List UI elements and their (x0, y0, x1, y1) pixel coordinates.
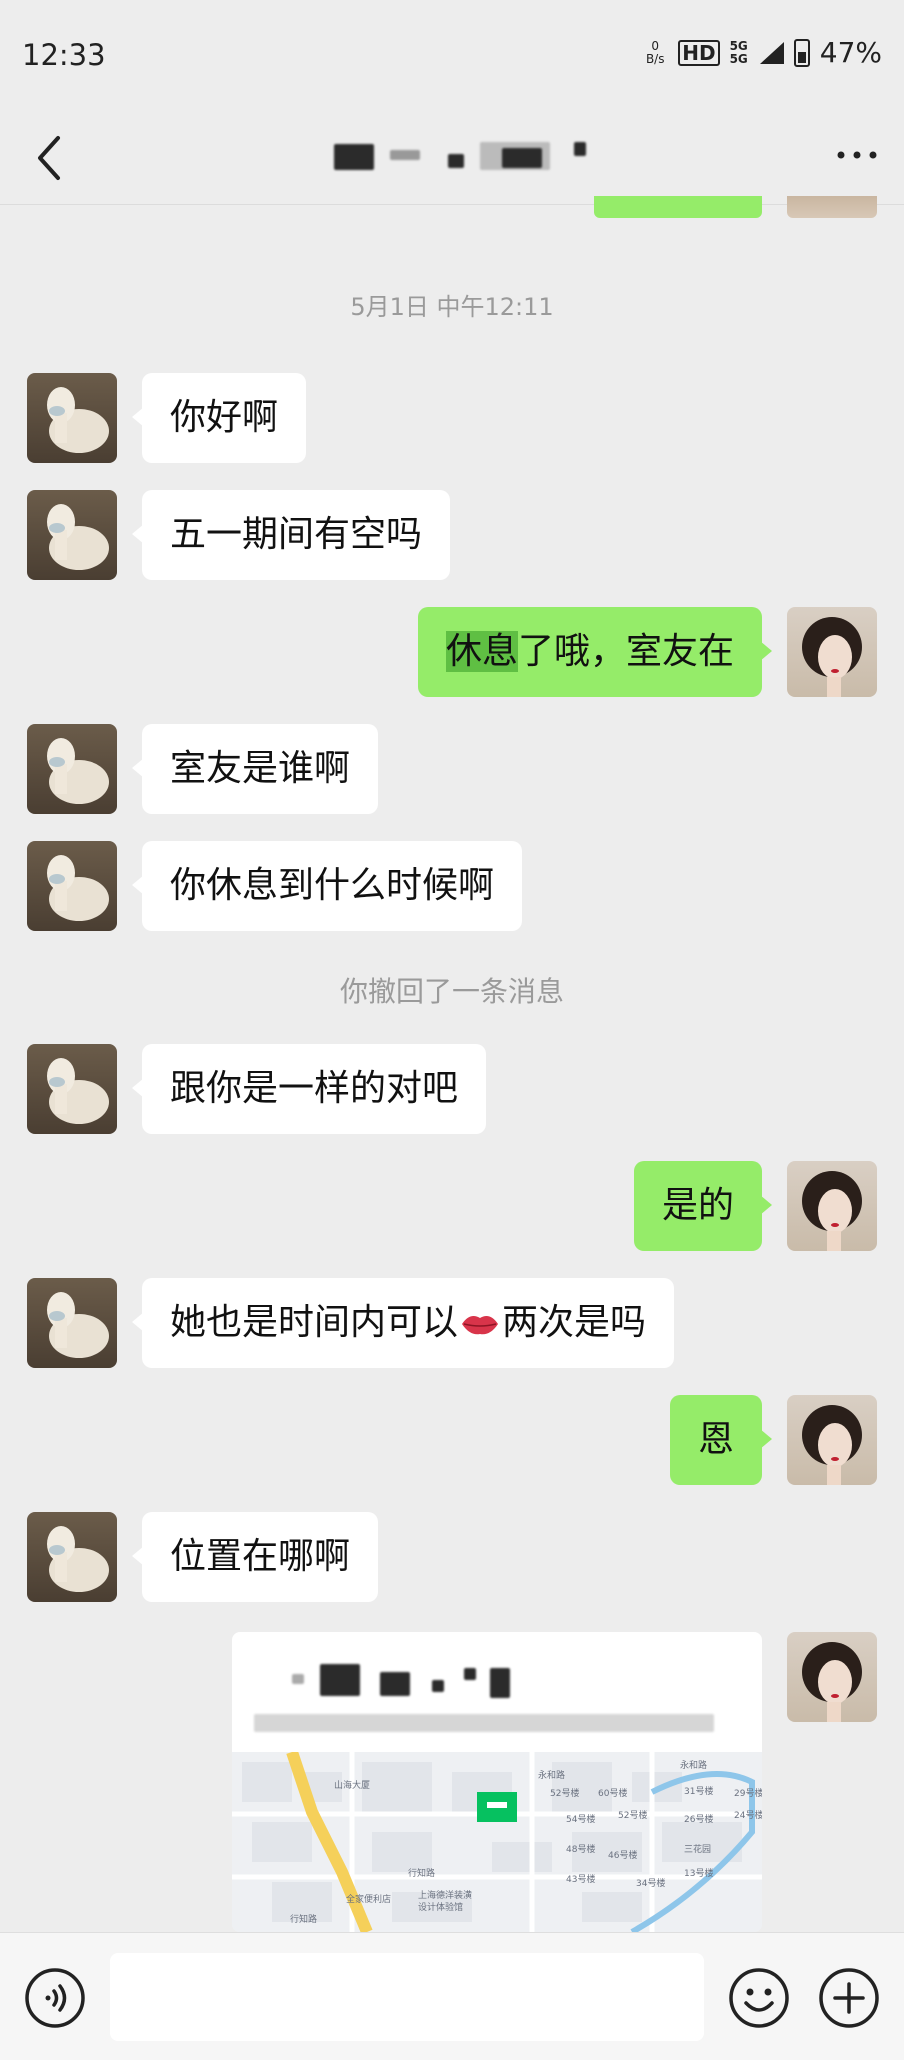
highlighted-text: 休息 (445, 631, 518, 672)
svg-text:山海大厦: 山海大厦 (334, 1779, 370, 1791)
status-time: 12:33 (22, 38, 106, 72)
svg-text:设计体验馆: 设计体验馆 (418, 1901, 463, 1913)
message-bubble[interactable]: 休息了哦，室友在 (417, 607, 773, 697)
previous-avatar[interactable] (787, 196, 877, 218)
svg-text:永和路: 永和路 (680, 1759, 707, 1771)
message-row-received: 你好啊 (0, 373, 904, 465)
svg-text:三花园: 三花园 (684, 1843, 711, 1855)
lips-icon (462, 1316, 499, 1335)
contact-avatar[interactable] (27, 724, 117, 814)
location-card[interactable]: 山海大厦 永和路 永和路 52号楼 60号楼 31号楼 29号楼 54号楼 52… (232, 1632, 762, 1932)
signal-icon (759, 41, 784, 64)
svg-text:43号楼: 43号楼 (566, 1873, 595, 1885)
svg-text:52号楼: 52号楼 (618, 1809, 647, 1821)
network-speed: 0 B/s (645, 38, 665, 66)
contact-avatar[interactable] (27, 841, 117, 931)
battery-percent: 47% (819, 36, 882, 69)
svg-text:60号楼: 60号楼 (598, 1787, 627, 1799)
svg-text:54号楼: 54号楼 (566, 1813, 595, 1825)
svg-text:24号楼: 24号楼 (734, 1809, 762, 1821)
more-dots-icon[interactable] (832, 140, 882, 170)
emoji-icon[interactable] (728, 1967, 790, 2029)
location-address-redacted (254, 1708, 734, 1738)
chat-header (0, 110, 904, 205)
message-bubble[interactable]: 室友是谁啊 (131, 724, 379, 814)
location-map: 山海大厦 永和路 永和路 52号楼 60号楼 31号楼 29号楼 54号楼 52… (232, 1752, 762, 1932)
message-bubble[interactable]: 跟你是一样的对吧 (131, 1044, 487, 1134)
svg-text:31号楼: 31号楼 (684, 1785, 713, 1797)
my-avatar[interactable] (787, 1161, 877, 1251)
svg-text:行知路: 行知路 (408, 1867, 435, 1879)
contact-avatar[interactable] (27, 1512, 117, 1602)
message-row-received: 跟你是一样的对吧 (0, 1044, 904, 1136)
message-timestamp: 5月1日 中午12:11 (350, 293, 554, 321)
battery-icon (793, 38, 810, 67)
hd-icon: HD (678, 39, 720, 66)
header-divider (0, 204, 904, 205)
message-row-received: 室友是谁啊 (0, 724, 904, 816)
svg-text:行知路: 行知路 (290, 1913, 317, 1925)
status-bar: 12:33 0 B/s HD 5G 5G 47% (0, 0, 904, 110)
message-row-sent: 是的 (0, 1161, 904, 1253)
voice-icon[interactable] (24, 1967, 86, 2029)
contact-avatar[interactable] (27, 1044, 117, 1134)
svg-text:46号楼: 46号楼 (608, 1849, 637, 1861)
message-bubble[interactable]: 五一期间有空吗 (131, 490, 451, 580)
message-row-received: 位置在哪啊 (0, 1512, 904, 1604)
message-bubble[interactable]: 她也是时间内可以 两次是吗 (131, 1278, 675, 1368)
message-bubble[interactable]: 是的 (633, 1161, 773, 1251)
system-message-recalled: 你撤回了一条消息 (339, 975, 564, 1008)
message-row-sent: 休息了哦，室友在 (0, 607, 904, 699)
chat-title-redacted (320, 136, 600, 176)
message-row-received: 你休息到什么时候啊 (0, 841, 904, 933)
my-avatar[interactable] (787, 607, 877, 697)
message-row-received: 她也是时间内可以 两次是吗 (0, 1278, 904, 1370)
svg-text:全家便利店: 全家便利店 (346, 1893, 391, 1905)
status-icons: 0 B/s HD 5G 5G 47% (642, 36, 882, 69)
message-input[interactable] (110, 1953, 704, 2041)
svg-text:26号楼: 26号楼 (684, 1813, 713, 1825)
svg-text:13号楼: 13号楼 (684, 1867, 713, 1879)
my-avatar[interactable] (787, 1395, 877, 1485)
svg-text:上海德洋装潢: 上海德洋装潢 (418, 1889, 472, 1901)
message-bubble[interactable]: 位置在哪啊 (131, 1512, 379, 1602)
contact-avatar[interactable] (27, 1278, 117, 1368)
plus-icon[interactable] (818, 1967, 880, 2029)
my-avatar[interactable] (787, 1632, 877, 1722)
message-row-sent: 恩 (0, 1395, 904, 1487)
location-title-redacted (292, 1662, 552, 1702)
message-bubble[interactable]: 你休息到什么时候啊 (131, 841, 523, 931)
contact-avatar[interactable] (27, 373, 117, 463)
svg-text:34号楼: 34号楼 (636, 1877, 665, 1889)
contact-avatar[interactable] (27, 490, 117, 580)
message-bubble[interactable]: 你好啊 (131, 373, 307, 463)
svg-text:29号楼: 29号楼 (734, 1787, 762, 1799)
input-bar (0, 1932, 904, 2060)
message-text: 了哦，室友在 (517, 631, 734, 672)
previous-message-bubble[interactable] (594, 196, 762, 218)
svg-text:52号楼: 52号楼 (550, 1787, 579, 1799)
message-row-received: 五一期间有空吗 (0, 490, 904, 582)
svg-text:永和路: 永和路 (538, 1769, 565, 1781)
svg-text:48号楼: 48号楼 (566, 1843, 595, 1855)
chevron-left-icon[interactable] (28, 128, 72, 188)
5g-icon: 5G 5G (729, 38, 748, 66)
message-bubble[interactable]: 恩 (669, 1395, 773, 1485)
